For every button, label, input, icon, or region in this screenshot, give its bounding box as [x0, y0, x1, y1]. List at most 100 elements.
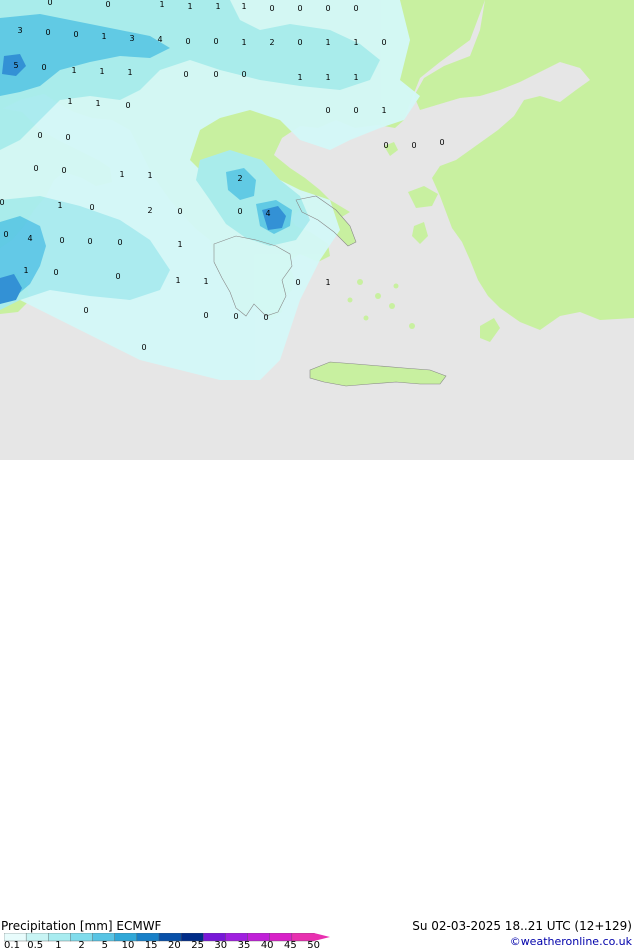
colorbar-segment: [92, 933, 116, 942]
map-title: Precipitation [mm] ECMWF: [1, 919, 162, 933]
precip-value-label: 0: [233, 312, 238, 321]
precip-value-label: 1: [325, 38, 330, 47]
precip-value-label: 4: [27, 234, 32, 243]
precip-value-label: 1: [215, 2, 220, 11]
precip-value-label: 1: [101, 32, 106, 41]
land-island: [375, 293, 381, 299]
precip-value-label: 0: [141, 343, 146, 352]
precip-value-label: 0: [105, 0, 110, 9]
colorbar-segment: [70, 933, 94, 942]
colorbar-segment: [136, 933, 160, 942]
colorbar-tick-label: 30: [214, 940, 228, 951]
precip-value-label: 0: [0, 198, 5, 207]
precip-value-label: 0: [263, 313, 268, 322]
precip-value-label: 1: [297, 73, 302, 82]
precip-value-label: 3: [129, 34, 134, 43]
precip-value-label: 0: [89, 203, 94, 212]
precip-value-label: 1: [99, 67, 104, 76]
precip-value-label: 0: [213, 37, 218, 46]
precip-value-label: 1: [353, 38, 358, 47]
precip-value-label: 0: [185, 37, 190, 46]
colorbar-segment: [158, 933, 182, 942]
precip-value-label: 0: [297, 4, 302, 13]
colorbar-arrow: [314, 933, 330, 941]
colorbar-tick-label: 40: [260, 940, 274, 951]
precip-value-label: 0: [117, 238, 122, 247]
precip-value-label: 1: [119, 170, 124, 179]
credit-link[interactable]: ©weatheronline.co.uk: [510, 935, 632, 949]
precipitation-map[interactable]: 0011110000300134001201105011100011111000…: [0, 0, 634, 460]
colorbar-tick-label: 2: [78, 940, 85, 951]
precip-value-label: 1: [95, 99, 100, 108]
precip-value-label: 0: [325, 106, 330, 115]
colorbar-segment: [269, 933, 293, 942]
colorbar-tick-label: 0.1: [4, 940, 20, 951]
colorbar-tick-label: 50: [307, 940, 320, 951]
colorbar-tick-label: 15: [144, 940, 158, 951]
precip-value-label: 1: [159, 0, 164, 9]
precip-value-label: 0: [65, 133, 70, 142]
colorbar-tick-label: 35: [237, 940, 251, 951]
precip-value-label: 0: [53, 268, 58, 277]
colorbar-tick-label: 25: [191, 940, 204, 951]
colorbar-tick-label: 10: [121, 940, 135, 951]
land-island: [409, 323, 415, 329]
precip-value-label: 0: [295, 278, 300, 287]
precip-value-label: 0: [47, 0, 52, 7]
precip-value-label: 2: [237, 174, 242, 183]
precip-value-label: 0: [115, 272, 120, 281]
precip-value-label: 0: [61, 166, 66, 175]
precip-value-label: 0: [41, 63, 46, 72]
precip-value-label: 2: [147, 206, 152, 215]
precip-value-label: 0: [37, 131, 42, 140]
precip-value-label: 0: [381, 38, 386, 47]
colorbar-segment: [203, 933, 227, 942]
precip-value-label: 0: [3, 230, 8, 239]
precip-value-label: 3: [17, 26, 22, 35]
precip-value-label: 1: [67, 97, 72, 106]
precip-value-label: 0: [33, 164, 38, 173]
precip-value-label: 2: [269, 38, 274, 47]
colorbar-tick-label: 20: [168, 940, 181, 951]
precip-value-label: 0: [183, 70, 188, 79]
precip-value-label: 1: [187, 2, 192, 11]
precip-value-label: 0: [59, 236, 64, 245]
colorbar-segment: [114, 933, 138, 942]
colorbar-tick-label: 0.5: [27, 940, 44, 951]
precip-value-label: 1: [325, 278, 330, 287]
precip-value-label: 0: [213, 70, 218, 79]
precip-value-label: 1: [177, 240, 182, 249]
precip-value-label: 0: [87, 237, 92, 246]
precip-value-label: 0: [203, 311, 208, 320]
colorbar-segment: [48, 933, 72, 942]
precip-value-label: 0: [83, 306, 88, 315]
precip-value-label: 0: [353, 106, 358, 115]
land-island: [363, 315, 369, 321]
precip-value-label: 0: [125, 101, 130, 110]
precip-value-label: 0: [383, 141, 388, 150]
land-island: [357, 279, 363, 285]
precip-value-label: 0: [439, 138, 444, 147]
precip-value-label: 0: [241, 70, 246, 79]
precip-value-label: 0: [411, 141, 416, 150]
colorbar-tick-label: 1: [55, 940, 62, 951]
forecast-datetime: Su 02-03-2025 18..21 UTC (12+129): [412, 919, 632, 933]
precip-value-label: 4: [265, 209, 270, 218]
precip-value-label: 4: [157, 35, 162, 44]
precip-value-label: 0: [73, 30, 78, 39]
precip-value-label: 0: [45, 28, 50, 37]
precip-value-label: 1: [71, 66, 76, 75]
precip-value-label: 1: [203, 277, 208, 286]
colorbar-segment: [291, 933, 315, 942]
colorbar-segment: [4, 933, 27, 942]
colorbar-segment: [25, 933, 49, 942]
colorbar-segment: [180, 933, 204, 942]
legend-footer: Precipitation [mm] ECMWF Su 02-03-2025 1…: [0, 460, 634, 951]
precip-value-label: 1: [175, 276, 180, 285]
precip-value-label: 1: [381, 106, 386, 115]
colorbar-tick-label: 5: [101, 940, 108, 951]
land-island: [347, 297, 353, 303]
precip-value-label: 0: [297, 38, 302, 47]
land-island: [393, 283, 399, 289]
precip-value-label: 1: [241, 38, 246, 47]
